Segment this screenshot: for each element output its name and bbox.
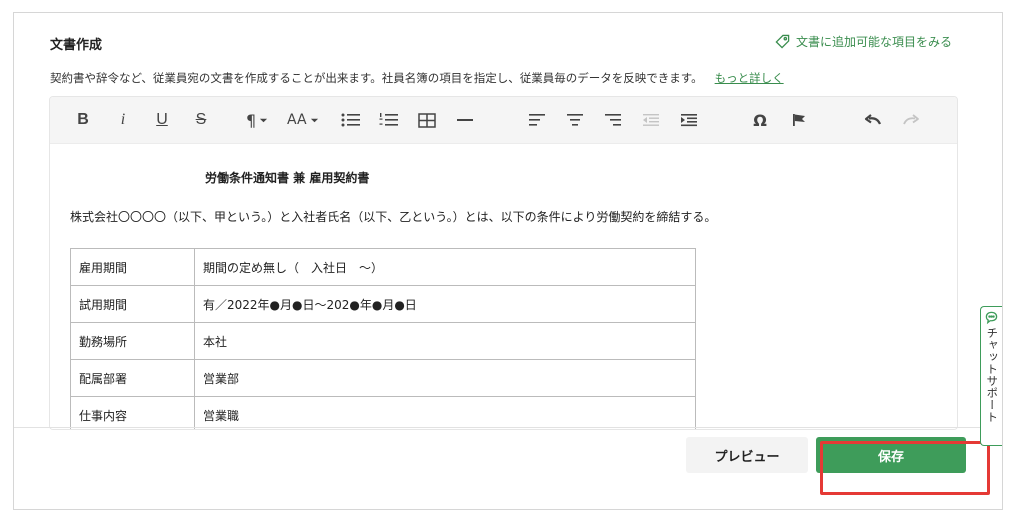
font-size-button[interactable]: AA (287, 106, 319, 134)
align-right-icon (605, 114, 621, 126)
row-value: 本社 (194, 322, 696, 360)
description: 契約書や辞令など、従業員宛の文書を作成することが出来ます。社員名簿の項目を指定し… (50, 70, 784, 86)
conditions-table: 雇用期間 期間の定め無し（ 入社日 〜） 試用期間 有／2022年●月●日〜202●… (70, 248, 696, 429)
table-row: 配属部署 営業部 (70, 359, 696, 397)
description-text: 契約書や辞令など、従業員宛の文書を作成することが出来ます。社員名簿の項目を指定し… (50, 71, 703, 85)
align-left-button[interactable] (526, 106, 548, 134)
strikethrough-button[interactable]: S (190, 106, 212, 134)
row-label: 仕事内容 (70, 396, 195, 429)
underline-button[interactable]: U (151, 106, 173, 134)
outdent-button[interactable] (640, 106, 662, 134)
editor-toolbar: B i U S ¶ AA Ω (50, 97, 957, 144)
bullet-list-icon (341, 113, 360, 127)
undo-button[interactable] (862, 106, 884, 134)
caret-down-icon (310, 118, 318, 122)
row-label: 試用期間 (70, 285, 195, 323)
insert-field-flag-button[interactable] (788, 106, 810, 134)
insert-table-button[interactable] (416, 106, 438, 134)
redo-button[interactable] (900, 106, 922, 134)
save-button[interactable]: 保存 (816, 437, 966, 473)
redo-icon (903, 114, 919, 125)
font-size-icon: AA (287, 112, 307, 128)
footer-divider (14, 427, 1002, 428)
paragraph-format-button[interactable]: ¶ (246, 106, 268, 134)
row-label: 勤務場所 (70, 322, 195, 360)
table-row: 試用期間 有／2022年●月●日〜202●年●月●日 (70, 285, 696, 323)
row-value: 有／2022年●月●日〜202●年●月●日 (194, 285, 696, 323)
document-intro: 株式会社〇〇〇〇（以下、甲という。）と入社者氏名（以下、乙という。）とは、以下の… (70, 210, 717, 224)
indent-button[interactable] (678, 106, 700, 134)
page-title: 文書作成 (50, 38, 103, 53)
omega-icon: Ω (753, 110, 767, 130)
table-row: 勤務場所 本社 (70, 322, 696, 360)
paragraph-icon: ¶ (246, 110, 257, 130)
table-icon (418, 112, 436, 128)
align-right-button[interactable] (602, 106, 624, 134)
rich-text-editor: B i U S ¶ AA Ω 労働条件通知書 兼 雇用契約書 株式会社〇〇〇〇（… (49, 96, 958, 430)
row-label: 配属部署 (70, 359, 195, 397)
document-create-panel: 文書作成 文書に追加可能な項目をみる 契約書や辞令など、従業員宛の文書を作成する… (13, 12, 1003, 510)
indent-icon (681, 114, 697, 127)
align-center-button[interactable] (564, 106, 586, 134)
undo-icon (864, 114, 882, 125)
row-value: 営業職 (194, 396, 696, 429)
align-left-icon (529, 114, 545, 126)
chat-support-tab[interactable]: チャットサポート (980, 306, 1002, 446)
editor-content[interactable]: 労働条件通知書 兼 雇用契約書 株式会社〇〇〇〇（以下、甲という。）と入社者氏名… (50, 145, 957, 429)
numbered-list-button[interactable] (378, 106, 400, 134)
caret-down-icon (260, 118, 268, 122)
document-title: 労働条件通知書 兼 雇用契約書 (205, 171, 370, 185)
numbered-list-icon (379, 113, 398, 126)
table-row: 仕事内容 営業職 (70, 396, 696, 429)
bold-button[interactable]: B (72, 106, 94, 134)
chat-support-label: チャットサポート (985, 327, 1000, 423)
table-row: 雇用期間 期間の定め無し（ 入社日 〜） (70, 248, 696, 286)
tag-icon (775, 34, 790, 49)
horizontal-line-icon (457, 119, 473, 121)
special-characters-button[interactable]: Ω (749, 106, 771, 134)
horizontal-rule-button[interactable] (454, 106, 476, 134)
flag-icon (793, 114, 805, 126)
add-items-link-label: 文書に追加可能な項目をみる (795, 35, 952, 49)
preview-button[interactable]: プレビュー (686, 437, 808, 473)
bullet-list-button[interactable] (340, 106, 362, 134)
italic-button[interactable]: i (112, 106, 134, 134)
row-label: 雇用期間 (70, 248, 195, 286)
learn-more-link[interactable]: もっと詳しく (715, 71, 784, 85)
row-value: 期間の定め無し（ 入社日 〜） (194, 248, 696, 286)
view-addable-items-link[interactable]: 文書に追加可能な項目をみる (775, 33, 952, 50)
chat-bubble-icon (985, 311, 998, 324)
row-value: 営業部 (194, 359, 696, 397)
align-center-icon (567, 114, 583, 126)
outdent-icon (643, 114, 659, 126)
